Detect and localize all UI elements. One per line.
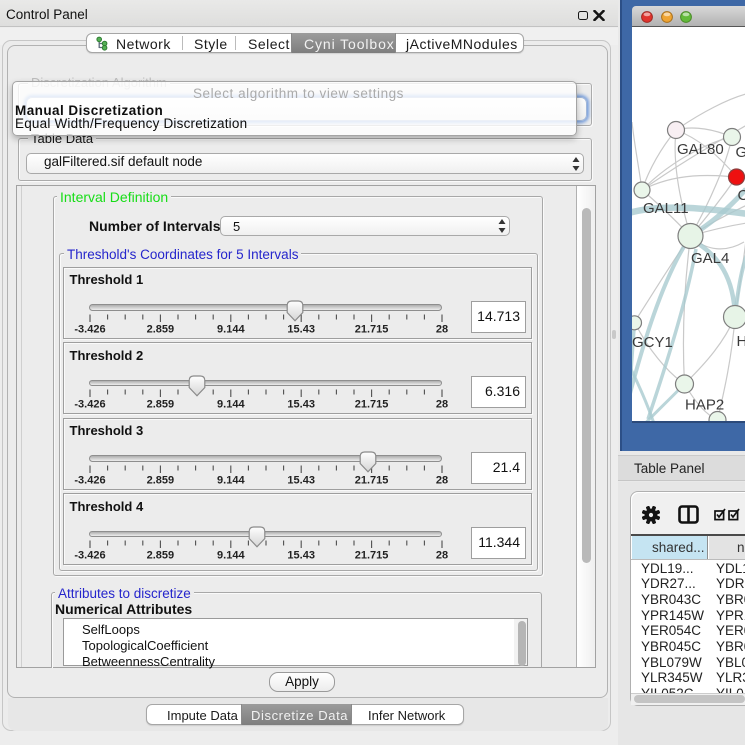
svg-text:2.859: 2.859 [147,323,175,335]
svg-text:28: 28 [436,399,448,411]
svg-text:GCY1: GCY1 [632,334,673,351]
svg-text:-3.426: -3.426 [74,323,105,335]
svg-text:CY...: CY... [738,187,745,204]
svg-text:GAL11: GAL11 [643,200,689,217]
svg-text:2.859: 2.859 [147,399,175,411]
svg-text:15.43: 15.43 [287,550,315,562]
svg-text:21.715: 21.715 [355,399,389,411]
svg-text:9.144: 9.144 [217,323,245,335]
svg-text:21.715: 21.715 [355,550,389,562]
svg-text:28: 28 [436,550,448,562]
svg-text:2.859: 2.859 [147,550,175,562]
svg-text:HAP2: HAP2 [685,397,724,414]
svg-text:21.715: 21.715 [355,323,389,335]
svg-text:GAL4: GAL4 [691,250,729,267]
svg-text:GAL...: GAL... [736,144,745,161]
svg-text:9.144: 9.144 [217,474,245,486]
svg-text:21.715: 21.715 [355,474,389,486]
svg-text:-3.426: -3.426 [74,550,105,562]
svg-text:2.859: 2.859 [147,474,175,486]
svg-text:15.43: 15.43 [287,474,315,486]
svg-text:-3.426: -3.426 [74,399,105,411]
svg-text:15.43: 15.43 [287,399,315,411]
svg-text:GAL80: GAL80 [677,141,724,158]
svg-text:28: 28 [436,323,448,335]
svg-text:9.144: 9.144 [217,550,245,562]
svg-text:-3.426: -3.426 [74,474,105,486]
svg-text:HIS: HIS [737,333,745,350]
svg-text:28: 28 [436,474,448,486]
svg-text:9.144: 9.144 [217,399,245,411]
svg-text:15.43: 15.43 [287,323,315,335]
